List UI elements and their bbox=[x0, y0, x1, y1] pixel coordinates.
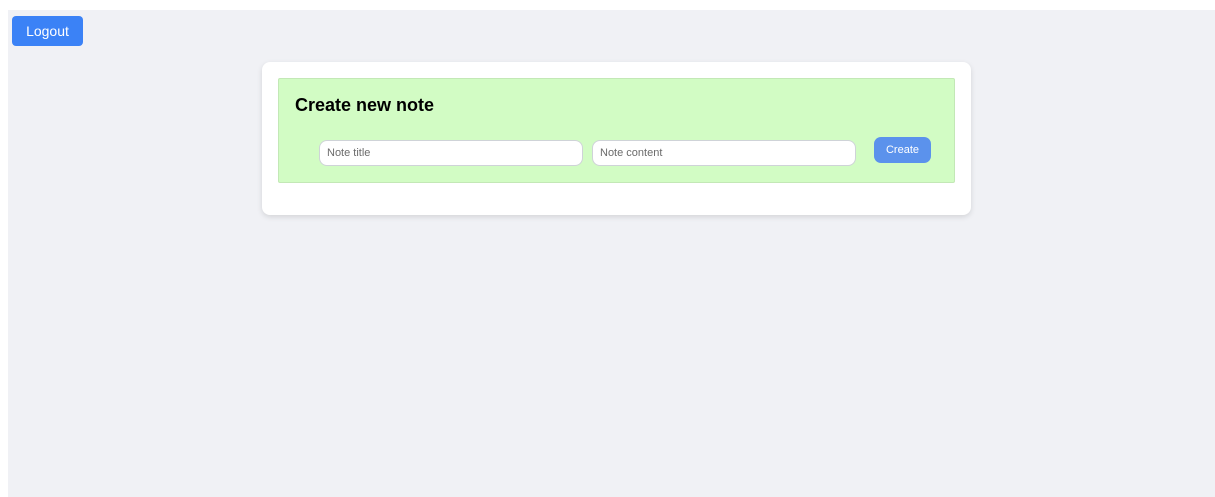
form-title: Create new note bbox=[295, 95, 435, 115]
app-background: Logout Create new note Create bbox=[8, 10, 1215, 497]
note-title-input[interactable] bbox=[319, 140, 583, 166]
logout-button[interactable]: Logout bbox=[12, 16, 83, 46]
create-button[interactable]: Create bbox=[874, 137, 931, 163]
create-note-form: Create new note Create bbox=[278, 78, 955, 183]
note-content-input[interactable] bbox=[592, 140, 856, 166]
note-card: Create new note Create bbox=[262, 62, 971, 215]
